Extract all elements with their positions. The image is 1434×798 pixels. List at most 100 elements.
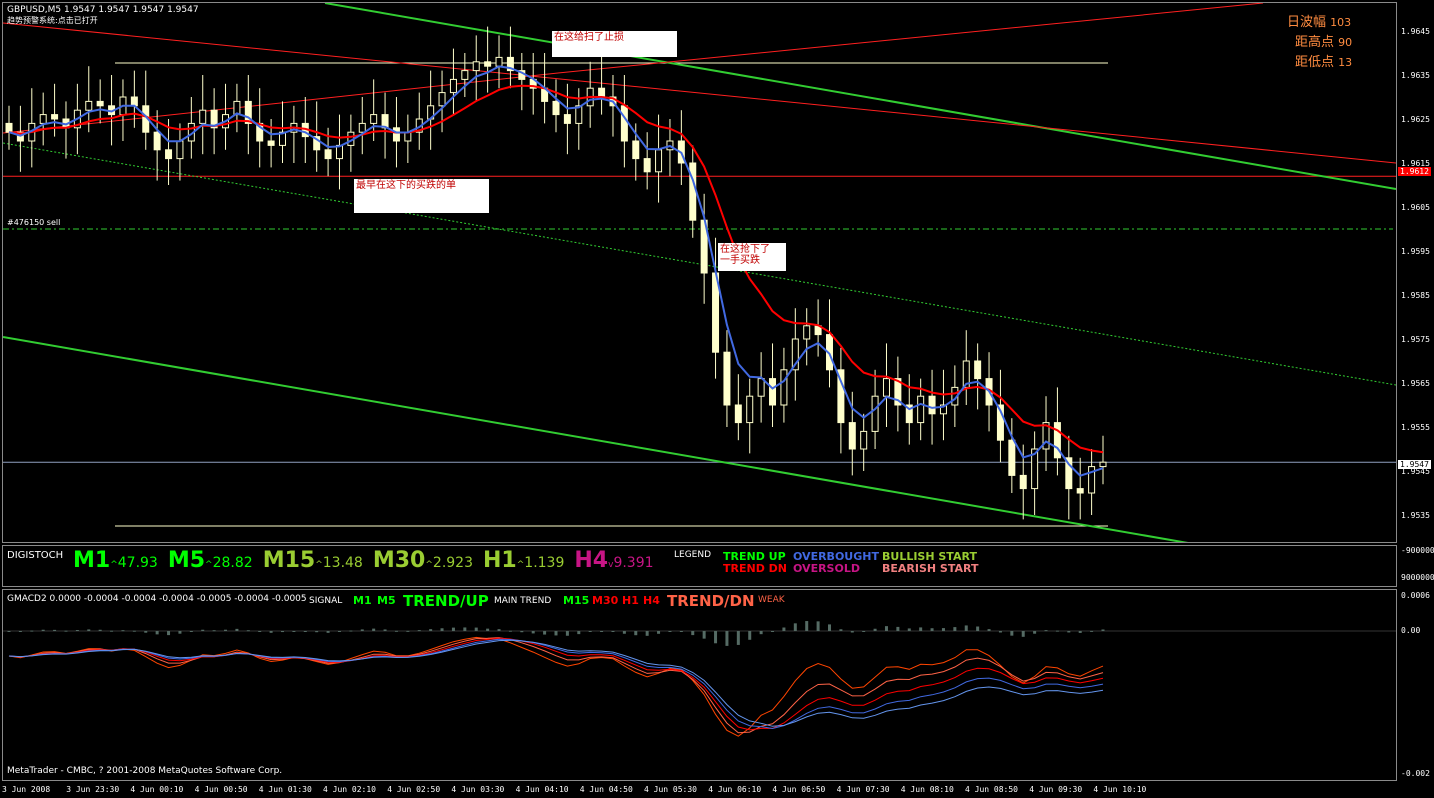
legend-label: LEGEND xyxy=(674,550,712,560)
annotation-first-sell: 最早在这下的买跌的单 xyxy=(354,179,489,213)
legend-oversold: OVERSOLD xyxy=(793,562,860,575)
current-price-box: 1.9547 xyxy=(1398,460,1431,469)
macd-histogram-bar xyxy=(1033,631,1037,634)
macd-histogram-bar xyxy=(930,628,934,631)
macd-histogram-bar xyxy=(1090,630,1094,632)
candle-body xyxy=(620,105,628,142)
candle-body xyxy=(324,149,332,160)
macd-histogram-bar xyxy=(394,630,398,632)
digistoch-value: 13.48 xyxy=(322,555,363,571)
macd-histogram-bar xyxy=(736,631,740,645)
macd-histogram-bar xyxy=(406,630,410,632)
candle-body xyxy=(689,162,697,221)
macd-scale-zero: 0.00 xyxy=(1401,626,1421,635)
macd-histogram-bar xyxy=(828,624,831,631)
candle-body xyxy=(370,114,378,124)
gmacd-pane[interactable]: GMACD2 0.0000 -0.0004 -0.0004 -0.0004 -0… xyxy=(2,589,1397,781)
macd-histogram-bar xyxy=(634,631,638,636)
macd-histogram-bar xyxy=(212,630,216,632)
macd-histogram-bar xyxy=(588,631,592,632)
main-chart-canvas[interactable] xyxy=(3,3,1396,542)
candle-body xyxy=(723,351,731,406)
stat-from-high: 距高点 90 xyxy=(1295,35,1353,50)
candle-body xyxy=(438,92,446,107)
candle-body xyxy=(449,78,457,94)
macd-signal-line xyxy=(8,637,1104,734)
candle-body xyxy=(643,158,651,173)
macd-histogram-bar xyxy=(873,628,877,631)
macd-histogram-bar xyxy=(748,631,752,640)
candle-body xyxy=(734,404,742,424)
macd-signal-line xyxy=(8,638,1104,730)
macd-histogram-bar xyxy=(1044,630,1048,632)
candle-body xyxy=(199,109,207,124)
macd-histogram-bar xyxy=(18,631,22,632)
macd-signal-line xyxy=(8,636,1104,737)
candle-body xyxy=(495,56,503,67)
macd-histogram-bar xyxy=(303,631,307,632)
candle-body xyxy=(392,127,400,142)
macd-histogram-bar xyxy=(600,631,604,632)
candle-body xyxy=(598,87,606,98)
stat-from-low: 距低点 13 xyxy=(1295,55,1353,70)
time-tick-label: 4 Jun 00:10 xyxy=(130,785,184,794)
digistoch-tf: M30 xyxy=(372,548,426,573)
digi-scale-top: -9000000 xyxy=(1401,546,1434,555)
macd-histogram-bar xyxy=(463,627,467,631)
main-trend: TREND/DN xyxy=(667,592,755,610)
macd-histogram-bar xyxy=(121,630,125,632)
time-tick-label: 4 Jun 00:50 xyxy=(194,785,248,794)
macd-histogram-bar xyxy=(565,631,569,636)
candle-body xyxy=(96,100,104,107)
time-tick-label: 4 Jun 09:30 xyxy=(1029,785,1083,794)
digistoch-readings: M1^47.93 M5^28.82 M15^13.48 M30^2.923 H1^1.1… xyxy=(73,548,664,573)
macd-histogram-bar xyxy=(577,631,581,635)
macd-histogram-bar xyxy=(486,628,490,631)
main-chart-pane[interactable]: GBPUSD,M5 1.9547 1.9547 1.9547 1.9547 趋势… xyxy=(2,2,1397,543)
macd-histogram-bar xyxy=(645,631,649,636)
candle-body xyxy=(165,149,173,160)
time-tick-label: 4 Jun 03:30 xyxy=(451,785,505,794)
digistoch-reading: M15^13.48 xyxy=(263,548,363,573)
gmacd-canvas[interactable] xyxy=(3,590,1396,780)
macd-histogram-bar xyxy=(155,631,159,635)
macd-histogram-bar xyxy=(224,629,228,631)
macd-histogram-bar xyxy=(132,630,136,632)
macd-histogram-bar xyxy=(383,629,387,631)
candle-body xyxy=(176,140,184,160)
candle-body xyxy=(655,149,663,173)
system-subtitle: 趋势预警系统:点击已打开 xyxy=(7,16,98,25)
macd-histogram-bar xyxy=(850,631,854,633)
candle-body xyxy=(358,122,366,133)
candle-body xyxy=(746,395,754,424)
candle-body xyxy=(928,395,936,415)
candle-body xyxy=(769,378,777,406)
gmacd-title: GMACD2 0.0000 -0.0004 -0.0004 -0.0004 -0… xyxy=(7,594,307,604)
candle-body xyxy=(848,422,856,450)
digistoch-tf: H1 xyxy=(483,548,517,573)
macd-histogram-bar xyxy=(976,626,980,631)
macd-histogram-bar xyxy=(75,630,79,632)
digistoch-pane[interactable]: DIGISTOCH M1^47.93 M5^28.82 M15^13.48 M30^2… xyxy=(2,545,1397,587)
macd-histogram-bar xyxy=(246,630,250,632)
candle-body xyxy=(860,430,868,450)
candle-body xyxy=(51,114,59,120)
macd-histogram-bar xyxy=(497,629,501,631)
candle-body xyxy=(871,395,879,432)
macd-histogram-bar xyxy=(520,631,524,633)
macd-histogram-bar xyxy=(725,631,729,646)
digistoch-tf: M5 xyxy=(167,548,206,573)
price-tick-label: 1.9605 xyxy=(1401,203,1430,212)
macd-histogram-bar xyxy=(839,629,843,631)
digistoch-value: 1.139 xyxy=(524,555,565,571)
macd-histogram-bar xyxy=(543,631,547,635)
legend-bearish: BEARISH START xyxy=(882,562,979,575)
candle-body xyxy=(130,96,138,107)
macd-histogram-bar xyxy=(281,631,284,633)
macd-histogram-bar xyxy=(337,631,341,632)
time-tick-label: 4 Jun 10:10 xyxy=(1093,785,1147,794)
channel-mid xyxy=(3,142,1396,386)
legend-trend-dn: TREND DN xyxy=(723,562,787,575)
price-tick-label: 1.9575 xyxy=(1401,335,1430,344)
macd-histogram-bar xyxy=(269,631,273,633)
